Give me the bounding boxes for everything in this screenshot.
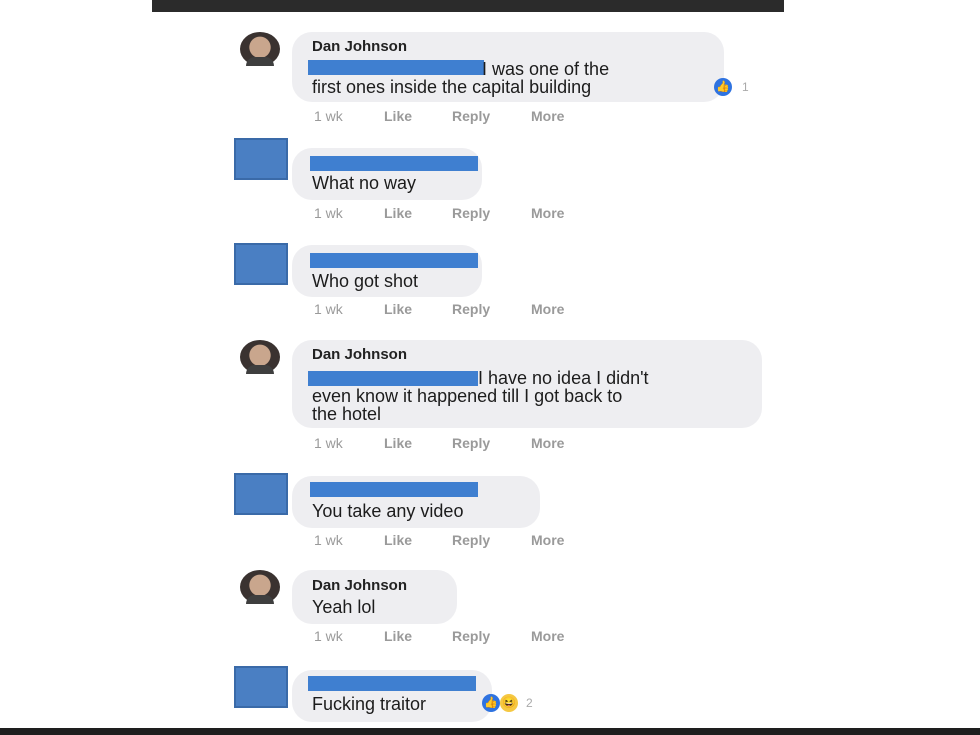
comment-time: 1 wk xyxy=(314,532,343,548)
reaction-summary[interactable]: 👍 😆 2 xyxy=(482,694,554,712)
comment-text: What no way xyxy=(312,173,417,193)
comment-text: I was one of the xyxy=(482,59,610,79)
bottom-bar xyxy=(0,728,980,735)
comment-author[interactable]: Dan Johnson xyxy=(312,346,407,363)
comment-text: I have no idea I didn't xyxy=(478,368,649,388)
more-button[interactable]: More xyxy=(531,435,564,451)
reply-button[interactable]: Reply xyxy=(452,301,490,317)
redaction-bar xyxy=(310,253,478,268)
comment-time: 1 wk xyxy=(314,205,343,221)
avatar[interactable] xyxy=(240,340,280,374)
comment-author[interactable]: Dan Johnson xyxy=(312,38,407,55)
comment-bubble: You take any video xyxy=(292,476,540,528)
phone-status-bar xyxy=(152,0,784,12)
avatar[interactable] xyxy=(234,473,288,515)
more-button[interactable]: More xyxy=(531,108,564,124)
like-icon: 👍 xyxy=(482,694,500,712)
reply-button[interactable]: Reply xyxy=(452,532,490,548)
reply-button[interactable]: Reply xyxy=(452,108,490,124)
comment-bubble: Who got shot xyxy=(292,245,482,297)
comment-text: the hotel xyxy=(312,404,382,424)
comment-time: 1 wk xyxy=(314,301,343,317)
more-button[interactable]: More xyxy=(531,628,564,644)
redaction-bar xyxy=(310,156,478,171)
redaction-bar xyxy=(308,371,478,386)
like-icon: 👍 xyxy=(714,78,732,96)
more-button[interactable]: More xyxy=(531,532,564,548)
like-button[interactable]: Like xyxy=(384,435,412,451)
comment-text: Yeah lol xyxy=(312,597,376,617)
comment-bubble: Dan Johnson I have no idea I didn't even… xyxy=(292,340,762,428)
comment-text: even know it happened till I got back to xyxy=(312,386,623,406)
redaction-bar xyxy=(310,482,478,497)
avatar[interactable] xyxy=(234,666,288,708)
more-button[interactable]: More xyxy=(531,205,564,221)
like-button[interactable]: Like xyxy=(384,628,412,644)
redaction-bar xyxy=(308,676,476,691)
avatar[interactable] xyxy=(240,32,280,66)
comment-bubble: What no way xyxy=(292,148,482,200)
reply-button[interactable]: Reply xyxy=(452,435,490,451)
more-button[interactable]: More xyxy=(531,301,564,317)
reply-button[interactable]: Reply xyxy=(452,628,490,644)
avatar[interactable] xyxy=(234,138,288,180)
haha-icon: 😆 xyxy=(500,694,518,712)
redaction-bar xyxy=(308,60,484,75)
comment-time: 1 wk xyxy=(314,108,343,124)
comment-bubble: Fucking traitor xyxy=(292,670,492,722)
like-button[interactable]: Like xyxy=(384,532,412,548)
comment-text: Fucking traitor xyxy=(312,694,427,714)
comment-bubble: Dan Johnson Yeah lol xyxy=(292,570,457,624)
like-button[interactable]: Like xyxy=(384,108,412,124)
reaction-count: 1 xyxy=(742,80,749,94)
avatar[interactable] xyxy=(234,243,288,285)
like-button[interactable]: Like xyxy=(384,205,412,221)
comment-author[interactable]: Dan Johnson xyxy=(312,577,407,594)
comment-text: You take any video xyxy=(312,501,464,521)
comment-bubble: Dan Johnson I was one of the first ones … xyxy=(292,32,724,102)
like-button[interactable]: Like xyxy=(384,301,412,317)
comment-time: 1 wk xyxy=(314,435,343,451)
reply-button[interactable]: Reply xyxy=(452,205,490,221)
comment-text: first ones inside the capital building xyxy=(312,77,592,97)
reaction-summary[interactable]: 👍 1 xyxy=(714,78,764,96)
reaction-count: 2 xyxy=(526,696,533,710)
comment-text: Who got shot xyxy=(312,271,419,291)
avatar[interactable] xyxy=(240,570,280,604)
comment-time: 1 wk xyxy=(314,628,343,644)
